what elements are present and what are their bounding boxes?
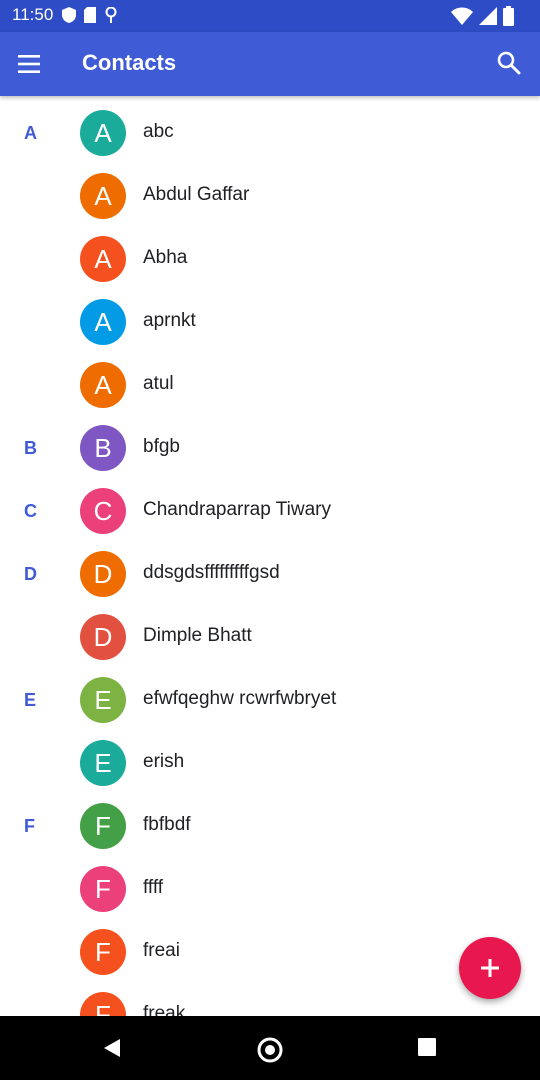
- menu-button[interactable]: [16, 50, 48, 78]
- avatar: F: [80, 803, 126, 849]
- avatar: F: [80, 866, 126, 912]
- contact-row-erish[interactable]: E erish: [0, 731, 540, 794]
- avatar: D: [80, 614, 126, 660]
- recents-icon: [418, 1038, 436, 1056]
- wifi-icon: [451, 7, 473, 25]
- contact-row-chandraparrap-tiwary[interactable]: C C Chandraparrap Tiwary: [0, 479, 540, 542]
- contact-name: ddsgdsfffffffffgsd: [143, 562, 280, 583]
- sd-card-icon: [84, 7, 96, 23]
- status-bar: 11:50: [0, 0, 540, 32]
- avatar: A: [80, 299, 126, 345]
- back-icon: [104, 1039, 120, 1057]
- contact-row-freak[interactable]: F freak: [0, 983, 540, 1016]
- section-letter: B: [24, 438, 37, 458]
- signal-icon: [479, 7, 497, 25]
- contact-name: abc: [143, 121, 174, 142]
- contact-name: freak: [143, 1003, 186, 1016]
- contact-row-ddsgdsfffffffffgsd[interactable]: D D ddsgdsfffffffffgsd: [0, 542, 540, 605]
- section-letter: A: [24, 123, 37, 143]
- recents-button[interactable]: [416, 1036, 438, 1063]
- contact-name: fbfbdf: [143, 814, 191, 835]
- add-icon: [481, 959, 499, 977]
- navigation-bar: [0, 1016, 540, 1080]
- contact-name: efwfqeghw rcwrfwbryet: [143, 688, 337, 709]
- contact-row-fbfbdf[interactable]: F F fbfbdf: [0, 794, 540, 857]
- section-letter: C: [24, 501, 37, 521]
- status-time: 11:50: [12, 5, 54, 24]
- contact-row-ffff[interactable]: F ffff: [0, 857, 540, 920]
- contact-name: Abdul Gaffar: [143, 184, 250, 205]
- menu-icon: [18, 55, 40, 73]
- contact-name: atul: [143, 373, 174, 394]
- avatar: E: [80, 740, 126, 786]
- system-icons: [451, 6, 514, 26]
- contact-row-efwfqeghw-rcwrfwbryet[interactable]: E E efwfqeghw rcwrfwbryet: [0, 668, 540, 731]
- page-title: Contacts: [82, 50, 177, 75]
- avatar: A: [80, 173, 126, 219]
- add-contact-button[interactable]: [459, 937, 521, 999]
- contact-row-bfgb[interactable]: B B bfgb: [0, 416, 540, 479]
- contact-name: erish: [143, 751, 185, 772]
- contact-row-dimple-bhatt[interactable]: D Dimple Bhatt: [0, 605, 540, 668]
- contact-row-abdul-gaffar[interactable]: A Abdul Gaffar: [0, 164, 540, 227]
- avatar: F: [80, 992, 126, 1016]
- back-button[interactable]: [100, 1036, 124, 1065]
- usb-icon: [105, 7, 117, 23]
- contact-name: bfgb: [143, 436, 180, 457]
- notification-icons: [62, 7, 118, 23]
- shield-icon: [62, 7, 76, 23]
- battery-icon: [503, 6, 514, 26]
- contact-name: Chandraparrap Tiwary: [143, 499, 331, 520]
- contact-row-abc[interactable]: A A abc: [0, 101, 540, 164]
- avatar: A: [80, 362, 126, 408]
- contact-name: Dimple Bhatt: [143, 625, 252, 646]
- app-bar: Contacts: [0, 32, 540, 96]
- avatar: D: [80, 551, 126, 597]
- search-button[interactable]: [496, 50, 524, 78]
- contact-row-aprnkt[interactable]: A aprnkt: [0, 290, 540, 353]
- contact-name: Abha: [143, 247, 188, 268]
- contact-row-abha[interactable]: A Abha: [0, 227, 540, 290]
- avatar: A: [80, 236, 126, 282]
- search-icon: [497, 51, 521, 75]
- home-button[interactable]: [256, 1036, 284, 1069]
- avatar: B: [80, 425, 126, 471]
- home-icon: [257, 1037, 283, 1063]
- section-letter: F: [24, 816, 35, 836]
- avatar: F: [80, 929, 126, 975]
- contact-name: aprnkt: [143, 310, 196, 331]
- avatar: E: [80, 677, 126, 723]
- section-letter: D: [24, 564, 37, 584]
- contact-row-atul[interactable]: A atul: [0, 353, 540, 416]
- contact-name: ffff: [143, 877, 164, 898]
- section-letter: E: [24, 690, 37, 710]
- avatar: C: [80, 488, 126, 534]
- contact-list[interactable]: A A abc A Abdul Gaffar A Abha A aprnkt A…: [0, 96, 540, 1016]
- avatar: A: [80, 110, 126, 156]
- contact-name: freai: [143, 940, 180, 961]
